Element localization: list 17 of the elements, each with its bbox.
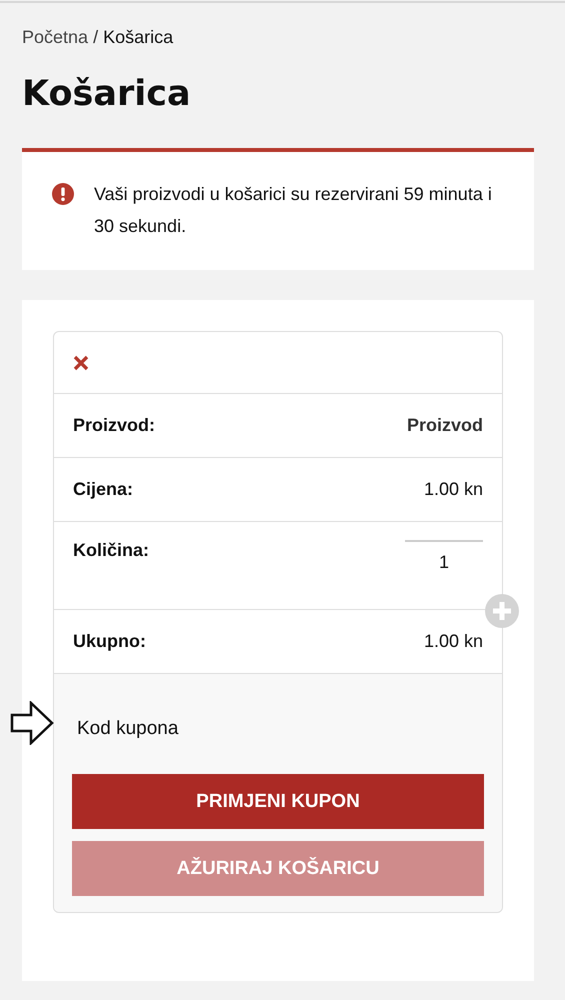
price-value: 1.00 kn — [424, 479, 483, 500]
close-icon[interactable] — [73, 354, 89, 370]
row-label: Cijena: — [73, 479, 134, 500]
breadcrumb-current: Košarica — [103, 27, 174, 48]
price-value: 1.00 kn — [424, 631, 483, 652]
quantity-field[interactable]: 1 — [405, 540, 483, 573]
coupon-field[interactable]: Kod kupona — [72, 714, 484, 744]
row-label: Količina: — [73, 540, 150, 561]
breadcrumb-separator: / — [93, 27, 98, 48]
apply-coupon-button[interactable]: PRIMJENI KUPON — [72, 774, 484, 829]
page-title: Košarica — [22, 74, 192, 114]
product-name: Proizvod — [406, 415, 483, 436]
row-label: Ukupno: — [73, 631, 146, 652]
alert-icon — [52, 183, 74, 205]
notice-text: Vaši proizvodi u košarici su rezervirani 59 minuta i 30 sekundi. — [94, 183, 492, 238]
breadcrumb-link[interactable]: Početna — [22, 27, 88, 48]
row-label: Proizvod: — [73, 415, 156, 436]
